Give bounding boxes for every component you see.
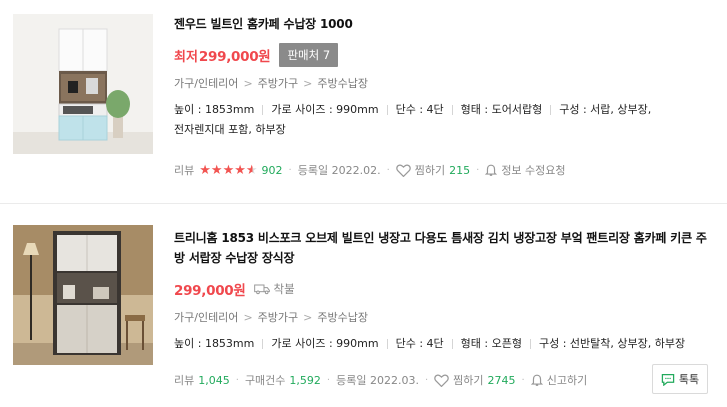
truck-icon bbox=[253, 284, 270, 295]
divider bbox=[451, 339, 453, 349]
heart-icon bbox=[434, 373, 449, 387]
half-star-icon: ★ bbox=[245, 162, 258, 178]
category-item[interactable]: 주방가구 bbox=[258, 75, 298, 91]
product-info: 트리니홈 1853 비스포크 오브제 빌트인 냉장고 다용도 틈새장 김치 냉장… bbox=[174, 228, 717, 354]
divider bbox=[386, 105, 388, 115]
wish-label: 찜하기 bbox=[414, 164, 446, 177]
dot-separator: · bbox=[424, 374, 429, 386]
star-icon: ★ bbox=[210, 162, 223, 178]
spec-item: 단수 : 4단 bbox=[395, 103, 444, 116]
star-icon: ★ bbox=[222, 162, 235, 178]
review-count[interactable]: 1,045 bbox=[198, 374, 230, 387]
dot-separator: · bbox=[476, 164, 480, 176]
shipping-label: 착불 bbox=[273, 282, 295, 296]
divider bbox=[386, 339, 388, 349]
spec-item: 전자렌지대 포함, 하부장 bbox=[174, 123, 286, 136]
breadcrumb: 가구/인테리어 > 주방가구 > 주방수납장 bbox=[174, 75, 717, 91]
divider bbox=[451, 105, 453, 115]
spec-item: 형태 : 도어서랍형 bbox=[460, 103, 543, 116]
price[interactable]: 299,000원 bbox=[174, 279, 246, 299]
product-thumbnail[interactable] bbox=[13, 225, 153, 365]
product-meta: 리뷰 1,045 · 구매건수 1,592 · 등록일 2022.03. · 찜… bbox=[174, 372, 587, 388]
divider bbox=[262, 105, 264, 115]
purchase-count: 1,592 bbox=[289, 373, 321, 387]
bell-icon bbox=[485, 164, 498, 176]
spec-item: 구성 : 선반탈착, 상부장, 하부장 bbox=[538, 337, 686, 350]
review-label[interactable]: 리뷰 bbox=[174, 372, 194, 388]
spec-item: 가로 사이즈 : 990mm bbox=[271, 103, 379, 116]
category-item[interactable]: 주방수납장 bbox=[317, 75, 368, 91]
talk-talk-button[interactable]: 톡톡 bbox=[652, 364, 708, 394]
spec-item: 단수 : 4단 bbox=[395, 337, 444, 350]
price-row: 최저 299,000원 판매처 7 bbox=[174, 43, 717, 67]
star-icon: ★ bbox=[199, 162, 211, 178]
dot-separator: · bbox=[521, 374, 525, 386]
report-label: 신고하기 bbox=[546, 374, 588, 387]
category-item[interactable]: 가구/인테리어 bbox=[174, 75, 238, 91]
price[interactable]: 299,000원 bbox=[199, 45, 271, 65]
spec-item: 구성 : 서랍, 상부장, bbox=[559, 103, 652, 116]
wish-button[interactable]: 찜하기 2745 bbox=[434, 372, 516, 388]
chevron-right-icon: > bbox=[303, 310, 313, 324]
specs: 높이 : 1853mm 가로 사이즈 : 990mm 단수 : 4단 형태 : 오픈형… bbox=[174, 334, 717, 354]
product-title[interactable]: 트리니홈 1853 비스포크 오브제 빌트인 냉장고 다용도 틈새장 김치 냉장… bbox=[174, 228, 717, 268]
chevron-right-icon: > bbox=[243, 76, 253, 90]
category-item[interactable]: 가구/인테리어 bbox=[174, 309, 238, 325]
category-item[interactable]: 주방가구 bbox=[258, 309, 298, 325]
chat-icon bbox=[661, 373, 675, 386]
report-button[interactable]: 정보 수정요청 bbox=[485, 162, 566, 178]
price-row: 299,000원 착불 bbox=[174, 277, 717, 301]
divider bbox=[529, 339, 531, 349]
dot-separator: · bbox=[288, 164, 292, 176]
dot-separator: · bbox=[326, 374, 331, 386]
report-label: 정보 수정요청 bbox=[501, 164, 566, 177]
report-button[interactable]: 신고하기 bbox=[530, 372, 588, 388]
registered-date: 등록일 2022.02. bbox=[297, 164, 381, 177]
purchase-label: 구매건수 bbox=[244, 374, 286, 387]
registered-date: 등록일 2022.03. bbox=[336, 374, 419, 387]
spec-item: 가로 사이즈 : 990mm bbox=[271, 337, 379, 350]
product-meta: 리뷰 ★ ★ ★ ★ ★ 902 · 등록일 2022.02. · 찜하기 21… bbox=[174, 162, 566, 178]
price-label: 최저 bbox=[174, 49, 198, 65]
talk-label: 톡톡 bbox=[678, 373, 700, 386]
cabinet-image bbox=[13, 14, 153, 154]
spec-item: 높이 : 1853mm bbox=[174, 103, 255, 116]
wish-button[interactable]: 찜하기 215 bbox=[395, 162, 471, 178]
divider bbox=[262, 339, 264, 349]
wish-count: 215 bbox=[449, 163, 471, 177]
bell-icon bbox=[530, 374, 543, 386]
category-item[interactable]: 주방수납장 bbox=[317, 309, 368, 325]
product-item: 젠우드 빌트인 홈카페 수납장 1000 최저 299,000원 판매처 7 가… bbox=[0, 0, 727, 203]
cabinet-image bbox=[13, 225, 153, 365]
product-info: 젠우드 빌트인 홈카페 수납장 1000 최저 299,000원 판매처 7 가… bbox=[174, 14, 717, 140]
spec-item: 형태 : 오픈형 bbox=[460, 337, 522, 350]
specs: 높이 : 1853mm 가로 사이즈 : 990mm 단수 : 4단 형태 : 도어서… bbox=[174, 100, 717, 140]
shipping-info: 착불 bbox=[253, 281, 295, 297]
rating-stars: ★ ★ ★ ★ ★ bbox=[199, 164, 257, 177]
product-item: 트리니홈 1853 비스포크 오브제 빌트인 냉장고 다용도 틈새장 김치 냉장… bbox=[0, 203, 727, 407]
dot-separator: · bbox=[386, 164, 390, 176]
sellers-badge[interactable]: 판매처 7 bbox=[279, 43, 339, 67]
product-thumbnail[interactable] bbox=[13, 14, 153, 154]
breadcrumb: 가구/인테리어 > 주방가구 > 주방수납장 bbox=[174, 309, 717, 325]
chevron-right-icon: > bbox=[243, 310, 253, 324]
review-count[interactable]: 902 bbox=[262, 164, 283, 177]
wish-label: 찜하기 bbox=[453, 374, 484, 387]
dot-separator: · bbox=[235, 374, 239, 386]
spec-item: 높이 : 1853mm bbox=[174, 337, 255, 350]
chevron-right-icon: > bbox=[303, 76, 313, 90]
review-label[interactable]: 리뷰 bbox=[174, 162, 194, 178]
divider bbox=[550, 105, 552, 115]
product-title[interactable]: 젠우드 빌트인 홈카페 수납장 1000 bbox=[174, 14, 717, 34]
wish-count: 2745 bbox=[487, 373, 516, 387]
heart-icon bbox=[395, 163, 411, 177]
star-icon: ★ bbox=[234, 162, 246, 178]
